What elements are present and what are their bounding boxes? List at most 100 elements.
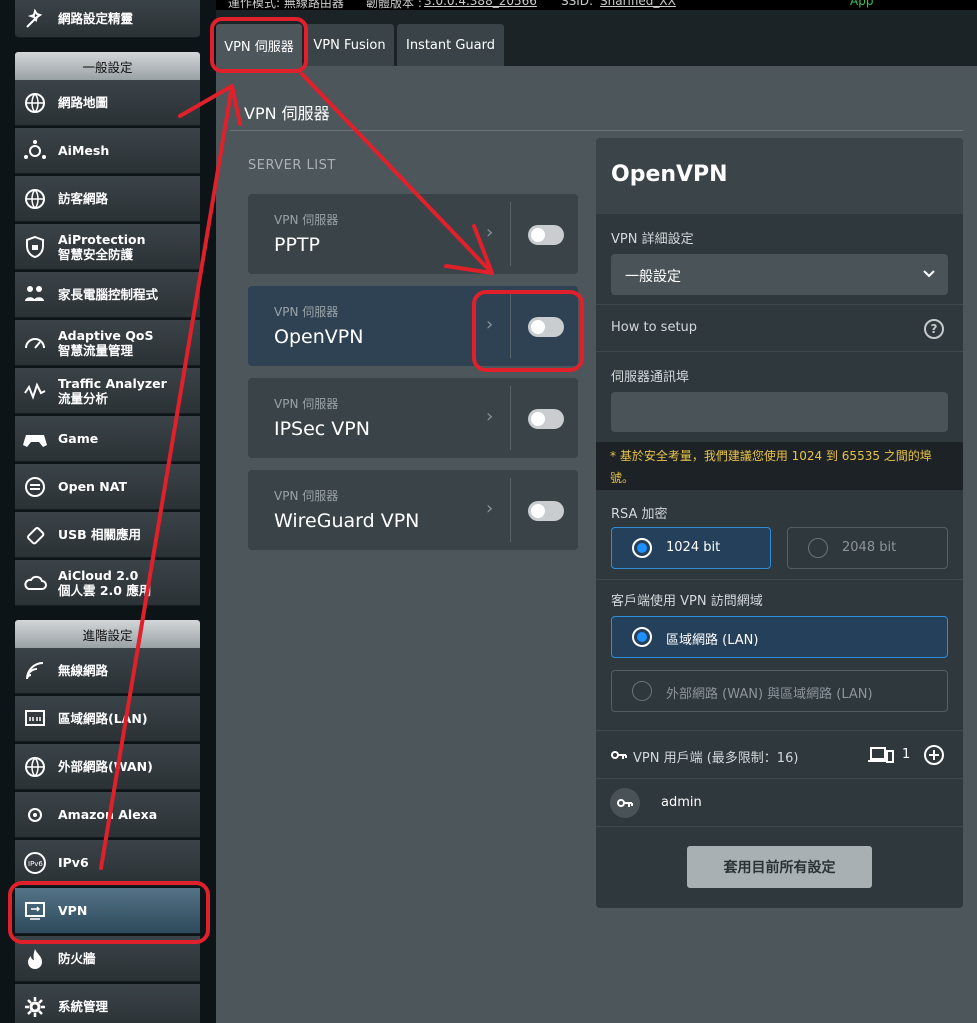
server-name: WireGuard VPN — [274, 510, 420, 532]
sidebar-item-label: USB 相關應用 — [58, 527, 141, 542]
label-line: 個人雲 2.0 應用 — [58, 582, 152, 598]
ipv6-icon: IPv6 — [21, 849, 49, 877]
access-wan-lan-option[interactable]: 外部網路 (WAN) 與區域網路 (LAN) — [611, 670, 948, 712]
openvpn-detail-panel: OpenVPN VPN 詳細設定 一般設定 How to setup ? 伺服器… — [596, 138, 963, 908]
traffic-analyzer-icon — [21, 377, 49, 405]
sidebar-item-ipv6[interactable]: IPv6 IPv6 — [15, 840, 200, 886]
advanced-section-header: 進階設定 — [15, 620, 200, 648]
pptp-toggle[interactable] — [528, 225, 564, 245]
vpn-user-count: 1 — [902, 747, 911, 762]
rsa-2048-option[interactable]: 2048 bit — [787, 527, 948, 569]
tab-vpn-server[interactable]: VPN 伺服器 — [216, 24, 302, 66]
sidebar-item-aimesh[interactable]: AiMesh — [15, 128, 200, 174]
server-name: PPTP — [274, 234, 320, 256]
label-line: VPN — [58, 903, 88, 918]
sidebar-item-label: AiMesh — [58, 143, 109, 158]
divider — [510, 202, 511, 266]
sidebar-item-firewall[interactable]: 防火牆 — [15, 936, 200, 982]
divider — [596, 351, 963, 352]
divider — [596, 579, 963, 580]
sidebar-item-label: AiProtection 智慧安全防護 — [58, 232, 145, 262]
sidebar-item-open-nat[interactable]: Open NAT — [15, 464, 200, 510]
chevron-down-icon — [922, 266, 936, 285]
ipsec-toggle[interactable] — [528, 409, 564, 429]
sidebar-item-guest-network[interactable]: 訪客網路 — [15, 176, 200, 222]
server-name: OpenVPN — [274, 326, 364, 348]
sidebar-item-aicloud[interactable]: AiCloud 2.0 個人雲 2.0 應用 — [15, 560, 200, 606]
label-line: 系統管理 — [58, 999, 109, 1014]
user-name[interactable]: admin — [661, 795, 702, 810]
help-icon[interactable]: ? — [924, 319, 944, 339]
label-line: 外部網路(WAN) — [58, 759, 153, 774]
server-card-pptp[interactable]: VPN 伺服器 PPTP › — [248, 194, 578, 274]
radio-empty-icon — [808, 538, 828, 558]
divider — [510, 386, 511, 450]
label-line: AiCloud 2.0 — [58, 567, 139, 583]
chevron-right-icon[interactable]: › — [486, 314, 493, 335]
add-user-icon[interactable] — [923, 744, 945, 770]
op-mode-text: 運作模式: 無線路由器 — [228, 0, 344, 10]
divider — [596, 778, 963, 779]
chevron-right-icon[interactable]: › — [486, 406, 493, 427]
wan-globe-icon — [21, 753, 49, 781]
status-bar: 運作模式: 無線路由器 韌體版本 : 3.0.0.4.388_20566 SSI… — [216, 0, 977, 10]
label-line: 家長電腦控制程式 — [58, 287, 159, 302]
ssid-label: SSID: — [561, 0, 594, 8]
security-note: * 基於安全考量，我們建議您使用 1024 到 65535 之間的埠 號。 — [596, 442, 963, 490]
rsa-1024-option[interactable]: 1024 bit — [611, 527, 771, 569]
lan-icon — [21, 705, 49, 733]
label-line: IPv6 — [58, 855, 89, 870]
access-lan-option[interactable]: 區域網路 (LAN) — [611, 616, 948, 658]
chevron-right-icon[interactable]: › — [486, 222, 493, 243]
ssid-value[interactable]: Sharified_XX — [600, 0, 676, 8]
how-to-setup-link[interactable]: How to setup — [611, 320, 697, 335]
key-icon — [611, 749, 627, 765]
rsa-label: RSA 加密 — [611, 507, 668, 522]
sidebar-item-label: Amazon Alexa — [58, 807, 157, 822]
sidebar-item-quick-setup[interactable]: 網路設定精靈 — [15, 0, 200, 38]
apply-button[interactable]: 套用目前所有設定 — [687, 846, 872, 888]
sidebar-item-amazon-alexa[interactable]: Amazon Alexa — [15, 792, 200, 838]
sidebar-item-adaptive-qos[interactable]: Adaptive QoS 智慧流量管理 — [15, 320, 200, 366]
sidebar-item-game[interactable]: Game — [15, 416, 200, 462]
sidebar-item-wireless[interactable]: 無線網路 — [15, 648, 200, 694]
server-card-wireguard[interactable]: VPN 伺服器 WireGuard VPN › — [248, 470, 578, 550]
label-line: 區域網路(LAN) — [58, 711, 148, 726]
server-port-label: 伺服器通訊埠 — [611, 370, 690, 385]
openvpn-toggle[interactable] — [528, 317, 564, 337]
divider — [596, 304, 963, 305]
access-label: 客戶端使用 VPN 訪問網域 — [611, 594, 763, 609]
detail-settings-select[interactable]: 一般設定 — [611, 254, 948, 295]
network-map-icon — [21, 89, 49, 117]
server-port-input[interactable] — [611, 392, 948, 432]
tab-instant-guard[interactable]: Instant Guard — [397, 24, 504, 66]
sidebar-item-lan[interactable]: 區域網路(LAN) — [15, 696, 200, 742]
sidebar-item-parental-control[interactable]: 家長電腦控制程式 — [15, 272, 200, 318]
sidebar-item-administration[interactable]: 系統管理 — [15, 984, 200, 1023]
sidebar-item-vpn[interactable]: VPN — [15, 888, 200, 934]
detail-title: OpenVPN — [611, 162, 728, 187]
page-title: VPN 伺服器 — [244, 104, 330, 123]
wireguard-toggle[interactable] — [528, 501, 564, 521]
tab-vpn-fusion[interactable]: VPN Fusion — [305, 24, 394, 66]
sidebar-item-traffic-analyzer[interactable]: Traffic Analyzer 流量分析 — [15, 368, 200, 414]
sidebar-item-label: 訪客網路 — [58, 191, 108, 206]
server-card-ipsec[interactable]: VPN 伺服器 IPSec VPN › — [248, 378, 578, 458]
sidebar-item-network-map[interactable]: 網路地圖 — [15, 80, 200, 126]
sidebar-item-label: 外部網路(WAN) — [58, 759, 153, 774]
sidebar-item-label: VPN — [58, 903, 87, 918]
sidebar-item-wan[interactable]: 外部網路(WAN) — [15, 744, 200, 790]
chevron-right-icon[interactable]: › — [486, 498, 493, 519]
server-card-openvpn[interactable]: VPN 伺服器 OpenVPN › — [248, 286, 578, 366]
firewall-icon — [21, 945, 49, 973]
open-nat-icon — [21, 473, 49, 501]
app-link[interactable]: App — [850, 0, 873, 8]
server-name: IPSec VPN — [274, 418, 370, 440]
sidebar-item-usb-application[interactable]: USB 相關應用 — [15, 512, 200, 558]
sidebar-item-aiprotection[interactable]: AiProtection 智慧安全防護 — [15, 224, 200, 270]
aicloud-icon — [21, 569, 49, 597]
firmware-version[interactable]: 3.0.0.4.388_20566 — [424, 0, 537, 8]
svg-text:IPv6: IPv6 — [28, 860, 43, 868]
label-line: AiMesh — [58, 143, 110, 158]
server-sub-label: VPN 伺服器 — [274, 489, 339, 503]
